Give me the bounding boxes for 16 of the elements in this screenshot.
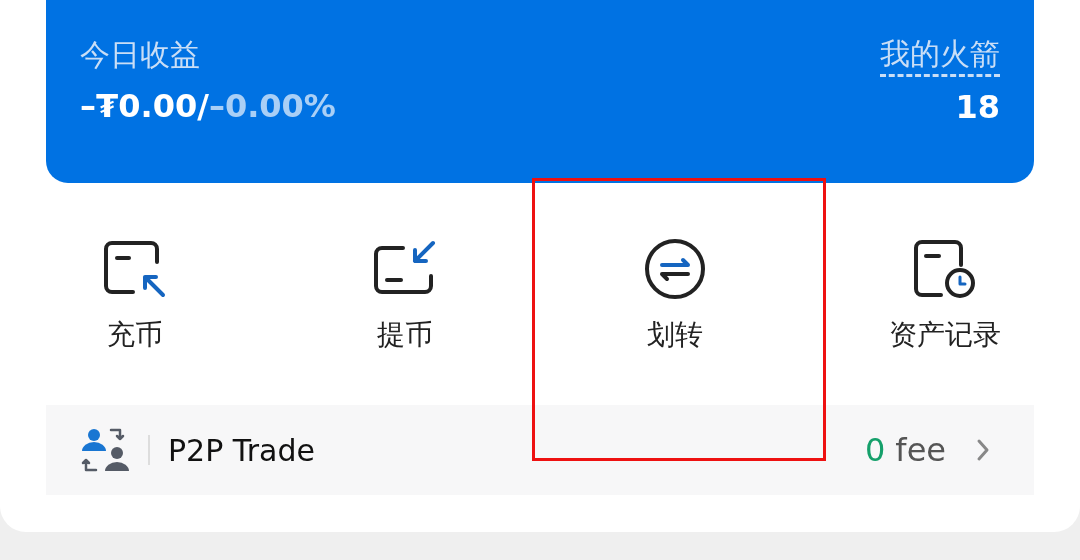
document-clock-icon bbox=[913, 237, 977, 301]
fee-label: fee bbox=[895, 431, 946, 469]
exchange-icon bbox=[643, 237, 707, 301]
users-swap-icon bbox=[80, 427, 130, 473]
rockets-count: 18 bbox=[955, 87, 1000, 127]
p2p-title: P2P Trade bbox=[168, 432, 316, 468]
earnings-percent: –0.00% bbox=[208, 86, 336, 126]
earnings-amount: –₮0.00/ bbox=[80, 86, 209, 126]
fee-value: 0 bbox=[865, 431, 886, 469]
chevron-right-icon bbox=[976, 438, 990, 462]
p2p-trade-row[interactable]: P2P Trade 0 fee bbox=[46, 405, 1034, 495]
earnings-label: 今日收益 bbox=[80, 36, 201, 74]
action-button[interactable]: 划转 bbox=[643, 237, 707, 355]
action-button[interactable]: 资产记录 bbox=[889, 237, 1001, 355]
action-button[interactable]: 提币 bbox=[373, 237, 437, 355]
action-button[interactable]: 充币 bbox=[103, 237, 167, 355]
